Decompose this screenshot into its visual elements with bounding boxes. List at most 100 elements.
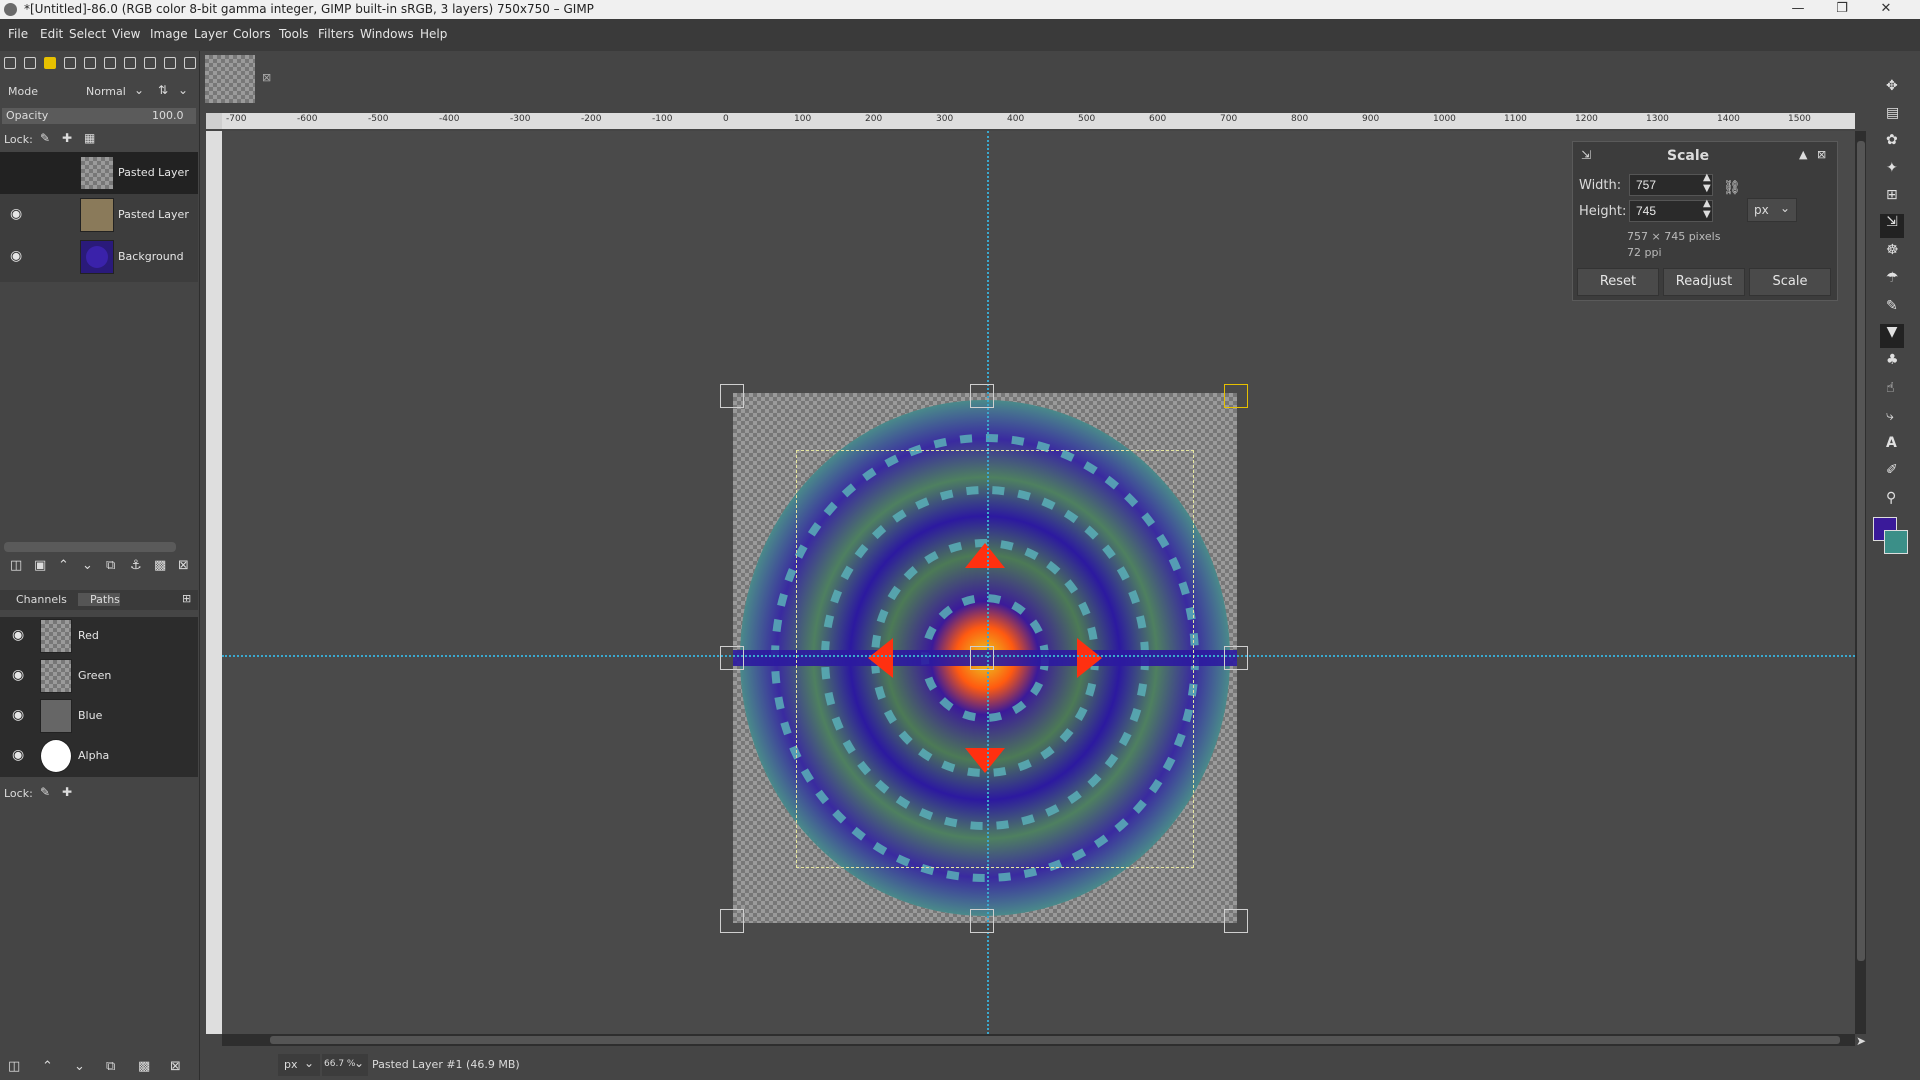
color-picker-icon[interactable]: ✐: [1886, 462, 1898, 478]
scale-handle-top-right[interactable]: [1224, 384, 1248, 408]
visibility-eye-icon[interactable]: ◉: [12, 707, 24, 723]
chain-link-icon[interactable]: ⛓: [1723, 180, 1741, 196]
tab-icon[interactable]: [164, 57, 176, 69]
zoom-tool-icon[interactable]: ⚲: [1886, 490, 1896, 506]
unit-select[interactable]: px ⌄: [278, 1054, 320, 1076]
new-group-icon[interactable]: ▣: [34, 558, 46, 573]
bucket-fill-icon[interactable]: ☂: [1886, 270, 1899, 286]
lower-layer-icon[interactable]: ⌄: [82, 558, 93, 573]
tab-icon[interactable]: [104, 57, 116, 69]
tab-icon[interactable]: [24, 57, 36, 69]
scale-handle-bottom-right[interactable]: [1224, 909, 1248, 933]
channel-row[interactable]: ◉ Green: [0, 657, 198, 697]
fuzzy-select-icon[interactable]: ✦: [1886, 160, 1898, 176]
chevron-down-icon[interactable]: ⌄: [178, 83, 188, 97]
mode-select[interactable]: Normal: [86, 85, 126, 98]
unit-select[interactable]: px ⌄: [1747, 198, 1797, 222]
duplicate-layer-icon[interactable]: ⧉: [106, 558, 115, 573]
crop-tool-icon[interactable]: ⊞: [1886, 187, 1898, 203]
lock-position-icon[interactable]: ✚: [62, 131, 72, 145]
tab-icon[interactable]: [44, 57, 56, 69]
height-input[interactable]: [1629, 200, 1713, 222]
new-layer-icon[interactable]: ◫: [10, 558, 22, 573]
mask-icon[interactable]: ▩: [154, 558, 166, 573]
visibility-eye-icon[interactable]: ◉: [10, 248, 22, 264]
raise-layer-icon[interactable]: ⌃: [58, 558, 69, 573]
raise-channel-icon[interactable]: ⌃: [42, 1059, 53, 1074]
visibility-eye-icon[interactable]: ◉: [12, 627, 24, 643]
switch-mode-icon[interactable]: ⇅: [158, 83, 168, 97]
spin-up-icon[interactable]: ▲: [1703, 198, 1711, 209]
move-tool-icon[interactable]: ✥: [1886, 78, 1898, 94]
channel-row[interactable]: ◉ Red: [0, 617, 198, 657]
horizontal-scrollbar-thumb[interactable]: [270, 1036, 1840, 1044]
horizontal-scrollbar[interactable]: [222, 1034, 1855, 1046]
layer-list-scrollbar[interactable]: [4, 542, 176, 552]
visibility-eye-icon[interactable]: ◉: [12, 747, 24, 763]
new-channel-icon[interactable]: ◫: [8, 1059, 20, 1074]
chevron-down-icon[interactable]: ⌄: [134, 83, 144, 97]
lock-pixels-icon[interactable]: ✎: [40, 785, 50, 799]
scale-tool-icon[interactable]: ⇲: [1880, 214, 1904, 238]
scale-handle-bottom[interactable]: [970, 909, 994, 933]
readjust-button[interactable]: Readjust: [1663, 268, 1745, 296]
tab-icon[interactable]: [4, 57, 16, 69]
image-tab-thumbnail[interactable]: [205, 55, 255, 103]
configure-icon[interactable]: ⊞: [182, 592, 191, 605]
anchor-layer-icon[interactable]: ⚓: [130, 558, 142, 573]
smudge-tool-icon[interactable]: ☝: [1886, 380, 1895, 396]
channel-row[interactable]: ◉ Blue: [0, 697, 198, 737]
menu-colors[interactable]: Colors: [233, 27, 271, 41]
lower-channel-icon[interactable]: ⌄: [74, 1059, 85, 1074]
spin-down-icon[interactable]: ▼: [1703, 183, 1711, 194]
scale-handle-right[interactable]: [1224, 646, 1248, 670]
spin-down-icon[interactable]: ▼: [1703, 209, 1711, 220]
vertical-ruler[interactable]: [206, 131, 222, 1034]
menu-image[interactable]: Image: [150, 27, 188, 41]
paths-tool-icon[interactable]: ⤷: [1886, 408, 1894, 424]
horizontal-ruler[interactable]: -700 -600 -500 -400 -300 -200 -100 0 100 200 300 40…: [222, 113, 1855, 129]
menu-tools[interactable]: Tools: [279, 27, 309, 41]
align-tool-icon[interactable]: ▤: [1886, 105, 1899, 121]
lasso-tool-icon[interactable]: ✿: [1886, 132, 1898, 148]
clone-tool-icon[interactable]: ♣: [1886, 352, 1899, 368]
lock-position-icon[interactable]: ✚: [62, 785, 72, 799]
minimize-button[interactable]: —: [1776, 0, 1820, 19]
scale-button[interactable]: Scale: [1749, 268, 1831, 296]
vertical-scrollbar-thumb[interactable]: [1857, 141, 1865, 961]
menu-layer[interactable]: Layer: [194, 27, 227, 41]
layer-row[interactable]: ◉ Background: [0, 236, 198, 278]
menu-windows[interactable]: Windows: [360, 27, 414, 41]
tab-icon[interactable]: [124, 57, 136, 69]
opacity-slider[interactable]: Opacity 100.0: [2, 108, 196, 124]
channel-to-selection-icon[interactable]: ▩: [138, 1059, 150, 1074]
close-dialog-icon[interactable]: ⊠: [1817, 148, 1826, 161]
scale-handle-center[interactable]: [970, 646, 994, 670]
lock-alpha-icon[interactable]: ▦: [84, 131, 95, 145]
delete-layer-icon[interactable]: ⊠: [178, 558, 189, 573]
duplicate-channel-icon[interactable]: ⧉: [106, 1059, 115, 1074]
menu-select[interactable]: Select: [69, 27, 106, 41]
scale-handle-bottom-left[interactable]: [720, 909, 744, 933]
eraser-tool-icon[interactable]: ▼: [1880, 324, 1904, 348]
visibility-eye-icon[interactable]: ◉: [10, 206, 22, 222]
quick-mask-corner-icon[interactable]: [206, 113, 222, 129]
lock-pixels-icon[interactable]: ✎: [40, 131, 50, 145]
width-input[interactable]: [1629, 174, 1713, 196]
close-button[interactable]: ✕: [1864, 0, 1908, 19]
scale-handle-top-left[interactable]: [720, 384, 744, 408]
visibility-eye-icon[interactable]: ◉: [12, 667, 24, 683]
paintbrush-icon[interactable]: ✎: [1886, 298, 1898, 314]
tab-paths[interactable]: Paths: [78, 593, 120, 606]
background-color-swatch[interactable]: [1884, 530, 1908, 554]
tab-icon[interactable]: [144, 57, 156, 69]
menu-edit[interactable]: Edit: [40, 27, 63, 41]
scale-handle-left[interactable]: [720, 646, 744, 670]
menu-help[interactable]: Help: [420, 27, 447, 41]
configure-icon[interactable]: [184, 57, 196, 69]
text-tool-icon[interactable]: A: [1886, 435, 1897, 451]
layer-row[interactable]: Pasted Layer: [0, 152, 198, 194]
pin-icon[interactable]: ▲: [1799, 148, 1807, 161]
delete-channel-icon[interactable]: ⊠: [170, 1059, 181, 1074]
navigate-icon[interactable]: ➤: [1856, 1034, 1866, 1048]
